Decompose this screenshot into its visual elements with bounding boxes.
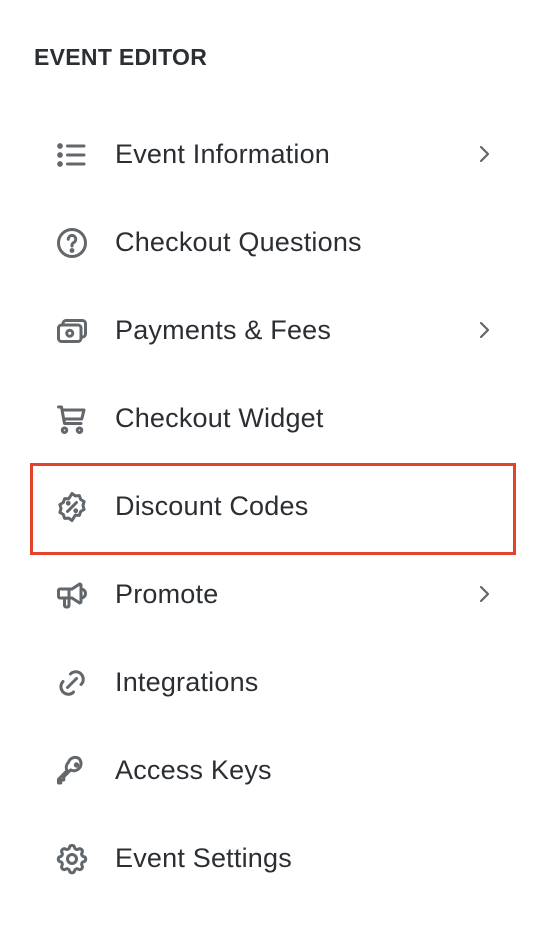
- gear-icon: [54, 841, 90, 877]
- nav-item-label: Checkout Widget: [115, 403, 324, 433]
- nav-item-label: Checkout Questions: [115, 227, 362, 257]
- question-circle-icon: [54, 225, 90, 261]
- nav-item-payments-fees[interactable]: Payments & Fees: [0, 286, 542, 374]
- cash-icon: [54, 313, 90, 349]
- nav-item-checkout-questions[interactable]: Checkout Questions: [0, 198, 542, 286]
- nav-item-label: Promote: [115, 579, 219, 609]
- nav-item-discount-codes[interactable]: Discount Codes: [0, 462, 542, 555]
- event-editor-sidebar: EVENT EDITOR Event Information Checkout …: [0, 0, 542, 928]
- nav-item-label: Integrations: [115, 667, 259, 697]
- nav-item-access-keys[interactable]: Access Keys: [0, 726, 542, 814]
- list-icon: [54, 137, 90, 173]
- nav-item-integrations[interactable]: Integrations: [0, 638, 542, 726]
- nav-item-label: Event Information: [115, 139, 331, 169]
- nav-list: Event Information Checkout Questions Pay…: [0, 110, 542, 902]
- section-title: EVENT EDITOR: [34, 44, 208, 70]
- nav-item-promote[interactable]: Promote: [0, 550, 542, 638]
- nav-item-event-information[interactable]: Event Information: [0, 110, 542, 198]
- link-icon: [54, 665, 90, 701]
- key-icon: [54, 753, 90, 789]
- chevron-right-icon: [472, 142, 496, 166]
- nav-item-label: Access Keys: [115, 755, 272, 785]
- chevron-right-icon: [472, 582, 496, 606]
- megaphone-icon: [54, 577, 90, 613]
- nav-item-label: Discount Codes: [115, 491, 309, 521]
- nav-item-checkout-widget[interactable]: Checkout Widget: [0, 374, 542, 462]
- nav-item-label: Payments & Fees: [115, 315, 332, 345]
- chevron-right-icon: [472, 318, 496, 342]
- shopping-cart-icon: [54, 401, 90, 437]
- discount-badge-icon: [54, 489, 90, 525]
- nav-item-label: Event Settings: [115, 843, 292, 873]
- nav-item-event-settings[interactable]: Event Settings: [0, 814, 542, 902]
